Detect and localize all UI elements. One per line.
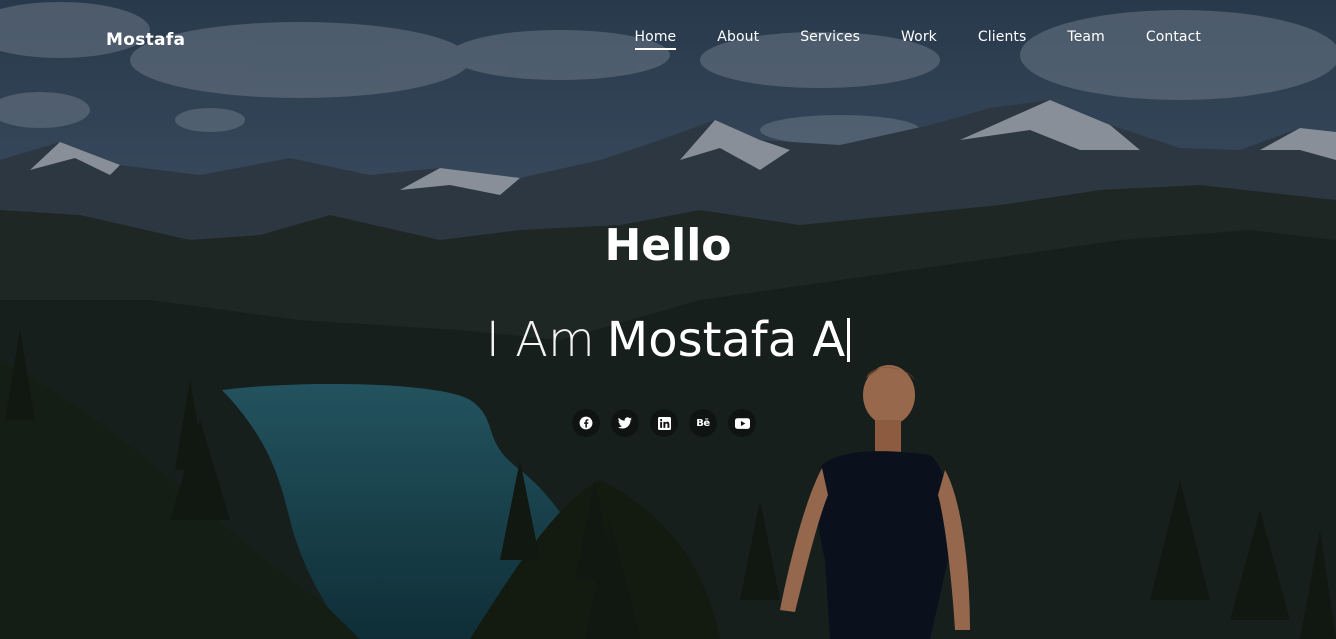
facebook-icon xyxy=(579,416,593,430)
nav-item-home[interactable]: Home xyxy=(634,29,677,50)
nav-item-services[interactable]: Services xyxy=(800,29,860,50)
typing-caret xyxy=(847,318,851,362)
intro-prefix: I Am xyxy=(485,312,595,368)
facebook-link[interactable] xyxy=(572,409,600,437)
social-links: Bē xyxy=(572,409,756,437)
behance-icon: Bē xyxy=(696,417,710,429)
nav-item-work[interactable]: Work xyxy=(901,29,937,50)
youtube-icon xyxy=(734,417,750,429)
twitter-link[interactable] xyxy=(611,409,639,437)
hero-tagline: I Am Mostafa A xyxy=(0,312,1336,368)
nav-item-about[interactable]: About xyxy=(717,29,759,50)
brand-logo[interactable]: Mostafa xyxy=(106,30,185,50)
youtube-link[interactable] xyxy=(728,409,756,437)
nav-menu: Home About Services Work Clients Team Co… xyxy=(634,29,1201,50)
nav-item-clients[interactable]: Clients xyxy=(978,29,1027,50)
linkedin-link[interactable] xyxy=(650,409,678,437)
typed-name: Mostafa A xyxy=(606,312,846,368)
behance-link[interactable]: Bē xyxy=(689,409,717,437)
linkedin-icon xyxy=(657,416,671,430)
hero-greeting: Hello xyxy=(604,220,732,271)
twitter-icon xyxy=(618,417,632,429)
hero-section: Mostafa Home About Services Work Clients… xyxy=(0,0,1336,639)
nav-item-team[interactable]: Team xyxy=(1067,29,1104,50)
nav-item-contact[interactable]: Contact xyxy=(1146,29,1201,50)
navbar: Mostafa Home About Services Work Clients… xyxy=(0,0,1336,78)
